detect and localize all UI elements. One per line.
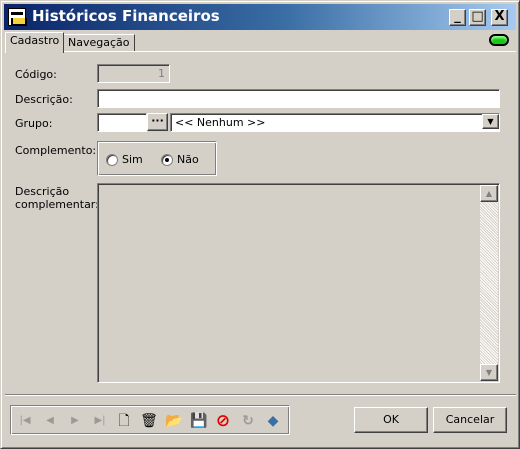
grupo-lookup-button[interactable]: ··· — [147, 113, 168, 131]
scroll-up-icon[interactable]: ▲ — [480, 185, 498, 202]
app-icon — [8, 8, 27, 26]
open-folder-icon[interactable]: 📂 — [165, 412, 183, 430]
cancel-icon[interactable]: ⊘ — [214, 412, 232, 430]
grupo-select[interactable]: << Nenhum >> ▼ — [170, 113, 500, 132]
first-record-icon[interactable]: |◀ — [16, 412, 34, 430]
record-navigator: |◀ ◀ ▶ ▶| 🗋 🗑 📂 💾 ⊘ ↻ ◆ — [10, 405, 290, 435]
ok-button[interactable]: OK — [354, 407, 428, 433]
trash-icon[interactable]: 🗑 — [140, 412, 158, 430]
close-button[interactable]: X — [491, 9, 508, 26]
grupo-selected-value: << Nenhum >> — [175, 116, 266, 129]
radio-nao-label[interactable]: Não — [177, 153, 199, 166]
descricao-input[interactable] — [97, 89, 500, 108]
maximize-button[interactable]: □ — [469, 9, 486, 26]
memo-scrollbar[interactable]: ▲ ▼ — [480, 185, 498, 381]
complemento-label: Complemento: — [15, 144, 97, 157]
grupo-label: Grupo: — [15, 117, 53, 130]
save-disk-icon[interactable]: 💾 — [190, 412, 208, 430]
title-bar[interactable]: Históricos Financeiros _ □ X — [4, 4, 516, 30]
refresh-icon[interactable]: ↻ — [239, 412, 257, 430]
radio-sim[interactable] — [106, 154, 118, 166]
next-record-icon[interactable]: ▶ — [66, 412, 84, 430]
search-icon[interactable]: ◆ — [264, 412, 282, 430]
last-record-icon[interactable]: ▶| — [91, 412, 109, 430]
window-title: Históricos Financeiros — [32, 7, 220, 25]
status-led-icon — [489, 34, 509, 46]
complemento-group: Sim Não — [97, 141, 217, 176]
descricao-complementar-memo[interactable]: ▲ ▼ — [97, 183, 500, 383]
chevron-down-icon[interactable]: ▼ — [482, 114, 499, 129]
new-document-icon[interactable]: 🗋 — [115, 412, 133, 430]
tab-strip: Cadastro Navegação — [5, 32, 515, 53]
tab-navegacao[interactable]: Navegação — [63, 34, 135, 52]
radio-sim-label[interactable]: Sim — [122, 153, 143, 166]
grupo-code-input[interactable] — [97, 113, 147, 132]
window: Históricos Financeiros _ □ X Cadastro Na… — [0, 0, 520, 449]
codigo-label: Código: — [15, 68, 57, 81]
prior-record-icon[interactable]: ◀ — [41, 412, 59, 430]
scroll-down-icon[interactable]: ▼ — [480, 364, 498, 381]
descricao-complementar-label-line1: Descrição — [15, 185, 70, 198]
descricao-complementar-label-line2: complementar: — [15, 198, 99, 211]
cancel-button[interactable]: Cancelar — [433, 407, 507, 433]
descricao-label: Descrição: — [15, 93, 73, 106]
separator — [5, 394, 516, 396]
radio-nao[interactable] — [161, 154, 173, 166]
tab-cadastro[interactable]: Cadastro — [5, 32, 65, 53]
codigo-field: 1 — [97, 64, 170, 83]
minimize-button[interactable]: _ — [449, 9, 466, 26]
